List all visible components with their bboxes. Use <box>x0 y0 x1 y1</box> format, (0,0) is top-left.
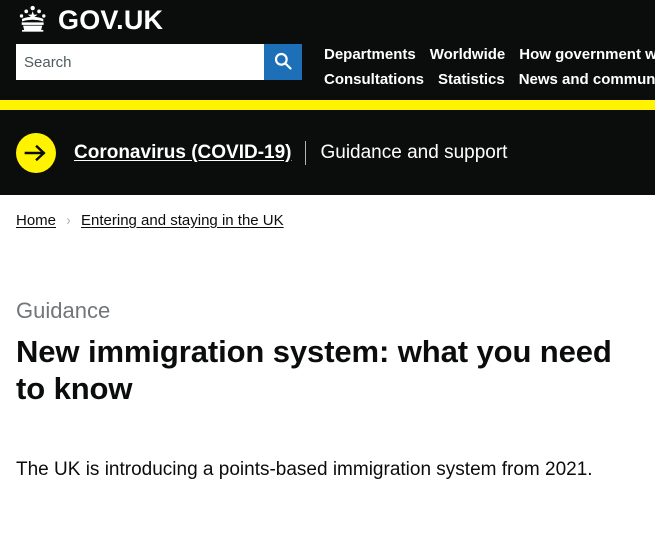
coronavirus-link[interactable]: Coronavirus (COVID-19) <box>74 142 291 164</box>
coronavirus-banner-subtitle: Guidance and support <box>320 141 508 163</box>
header-navigation: Departments Worldwide How government wor… <box>324 44 655 90</box>
header-inner: GOV.UK Departments Worldwide <box>0 4 655 100</box>
content-type-label: Guidance <box>16 298 111 323</box>
govuk-wordmark: GOV.UK <box>58 5 164 35</box>
breadcrumb-item-entering-and-staying-in-the-uk[interactable]: Entering and staying in the UK <box>81 212 284 229</box>
site-header: GOV.UK Departments Worldwide <box>0 0 655 100</box>
main-content: Guidance New immigration system: what yo… <box>0 298 655 484</box>
nav-row-secondary: Consultations Statistics News and commun… <box>324 69 655 90</box>
chevron-right-icon: › <box>66 212 71 229</box>
nav-link-statistics[interactable]: Statistics <box>438 71 505 89</box>
search-submit-button[interactable] <box>264 44 302 80</box>
page-title: New immigration system: what you need to… <box>16 334 612 406</box>
nav-link-consultations[interactable]: Consultations <box>324 71 424 89</box>
breadcrumb-item-home[interactable]: Home <box>16 212 56 229</box>
lead-paragraph: The UK is introducing a points-based imm… <box>16 459 593 481</box>
nav-row-primary: Departments Worldwide How government wor… <box>324 44 655 65</box>
crown-icon <box>16 5 50 37</box>
breadcrumb: Home › Entering and staying in the UK <box>0 195 655 229</box>
arrow-right-icon <box>16 132 56 173</box>
banner-divider <box>305 140 307 165</box>
search-icon <box>273 51 293 74</box>
site-search-form[interactable] <box>16 44 302 80</box>
nav-link-worldwide[interactable]: Worldwide <box>430 46 506 64</box>
search-input[interactable] <box>16 44 264 80</box>
nav-link-news-and-communications[interactable]: News and communications <box>519 71 655 89</box>
nav-link-departments[interactable]: Departments <box>324 46 416 64</box>
yellow-divider-bar <box>0 100 655 110</box>
nav-link-how-government-works[interactable]: How government works <box>519 46 655 64</box>
header-logo-link[interactable]: GOV.UK <box>16 4 639 38</box>
header-body: Departments Worldwide How government wor… <box>16 44 655 100</box>
coronavirus-banner: Coronavirus (COVID-19) Guidance and supp… <box>0 110 655 195</box>
